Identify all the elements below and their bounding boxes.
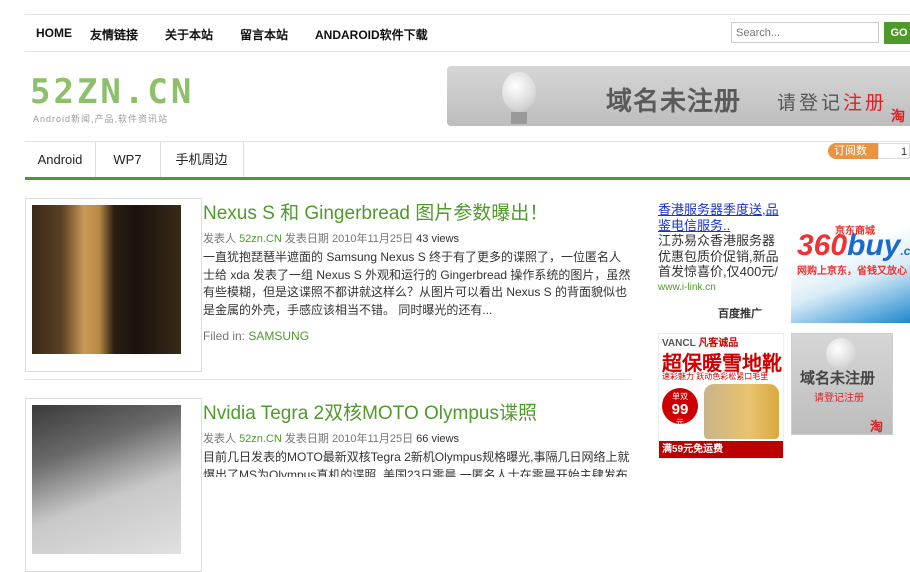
360buy-logo: 360buy.com: [797, 229, 910, 262]
vancl-price-badge: 单双 99 元: [662, 388, 698, 427]
nav-links[interactable]: 友情链接: [90, 26, 138, 43]
site-logo[interactable]: 52ZN.CN: [30, 72, 194, 112]
site-tagline: Android新闻,产品,软件资讯站: [33, 114, 169, 124]
tab-android[interactable]: Android: [25, 142, 96, 177]
post-divider: [25, 379, 631, 380]
nav-about[interactable]: 关于本站: [165, 26, 213, 43]
vancl-subline: 速彩魅力 跃动色彩松紧口毛里: [662, 372, 769, 381]
header-ad-subtitle: 请登记注册: [777, 93, 888, 114]
post-image: [32, 405, 181, 554]
search-input[interactable]: [731, 22, 879, 43]
post-author: 52zn.CN: [239, 433, 282, 445]
text-ad-title[interactable]: 香港服务器季度送,品鉴电信服务..: [658, 202, 780, 233]
text-ad-body: 江苏易众香港服务器优惠包质价促销,新品首发惊喜价,仅400元/: [658, 233, 779, 279]
subscriber-count: 1: [878, 143, 910, 159]
post-thumbnail[interactable]: [25, 398, 202, 572]
post-excerpt: 一直犹抱琵琶半遮面的 Samsung Nexus S 终于有了更多的谍照了，一位…: [203, 250, 631, 317]
header-ad-title: 域名未注册: [606, 86, 742, 116]
lightbulb-icon: [826, 338, 856, 370]
category-navigation: Android WP7 手机周边: [25, 141, 910, 180]
lightbulb-base: [511, 112, 527, 124]
ad2-corner: 淘: [870, 419, 884, 434]
360buy-slogan: 网购上京东，省钱又放心: [797, 266, 907, 277]
header-ad-banner[interactable]: 域名未注册 请登记注册 淘: [447, 66, 910, 126]
baidu-promo-label: 百度推广: [718, 308, 762, 320]
post-excerpt: 目前几日发表的MOTO最新双核Tegra 2新机Olympus规格曝光,事隔几日…: [203, 450, 630, 477]
post-meta: 发表人 52zn.CN 发表日期 2010年11月25日 66 views: [203, 433, 459, 445]
ad2-subtitle: 请登记注册: [814, 393, 864, 404]
ad-vancl[interactable]: VANCL 凡客诚品 超保暖雪地靴 速彩魅力 跃动色彩松紧口毛里 单双 99 元 满…: [658, 333, 784, 459]
post-author: 52zn.CN: [239, 233, 282, 245]
vancl-footer: 满59元免运费: [659, 441, 783, 458]
tab-wp7[interactable]: WP7: [95, 142, 161, 177]
post-title[interactable]: Nvidia Tegra 2双核MOTO Olympus谍照: [203, 398, 537, 425]
lightbulb-icon: [502, 72, 536, 112]
header-ad-corner: 淘: [891, 108, 905, 124]
text-ad-url[interactable]: www.i-link.cn: [658, 280, 780, 296]
post-meta: 发表人 52zn.CN 发表日期 2010年11月25日 43 views: [203, 233, 459, 245]
nav-android-downloads[interactable]: ANDAROID软件下载: [315, 26, 428, 43]
nav-guestbook[interactable]: 留言本站: [240, 26, 288, 43]
ad-domain-small[interactable]: 域名未注册 请登记注册 淘: [791, 333, 893, 435]
ad2-title: 域名未注册: [800, 370, 876, 387]
post-title[interactable]: Nexus S 和 Gingerbread 图片参数曝出！: [203, 198, 548, 225]
tab-phone-accessories[interactable]: 手机周边: [160, 142, 244, 177]
search-go-button[interactable]: GO: [884, 22, 910, 44]
category-link: SAMSUNG: [248, 329, 310, 343]
boots-image: [704, 384, 779, 439]
post-category: Filed in: SAMSUNG: [203, 329, 310, 343]
ad-360buy[interactable]: 京东商城 360buy.com 网购上京东，省钱又放心: [791, 213, 910, 323]
subscribe-badge[interactable]: 订阅数: [828, 143, 878, 159]
text-ad[interactable]: 香港服务器季度送,品鉴电信服务.. 江苏易众香港服务器优惠包质价促销,新品首发惊…: [658, 202, 780, 295]
post-image: [32, 205, 181, 354]
nav-home[interactable]: HOME: [36, 26, 72, 40]
post-thumbnail[interactable]: [25, 198, 202, 372]
